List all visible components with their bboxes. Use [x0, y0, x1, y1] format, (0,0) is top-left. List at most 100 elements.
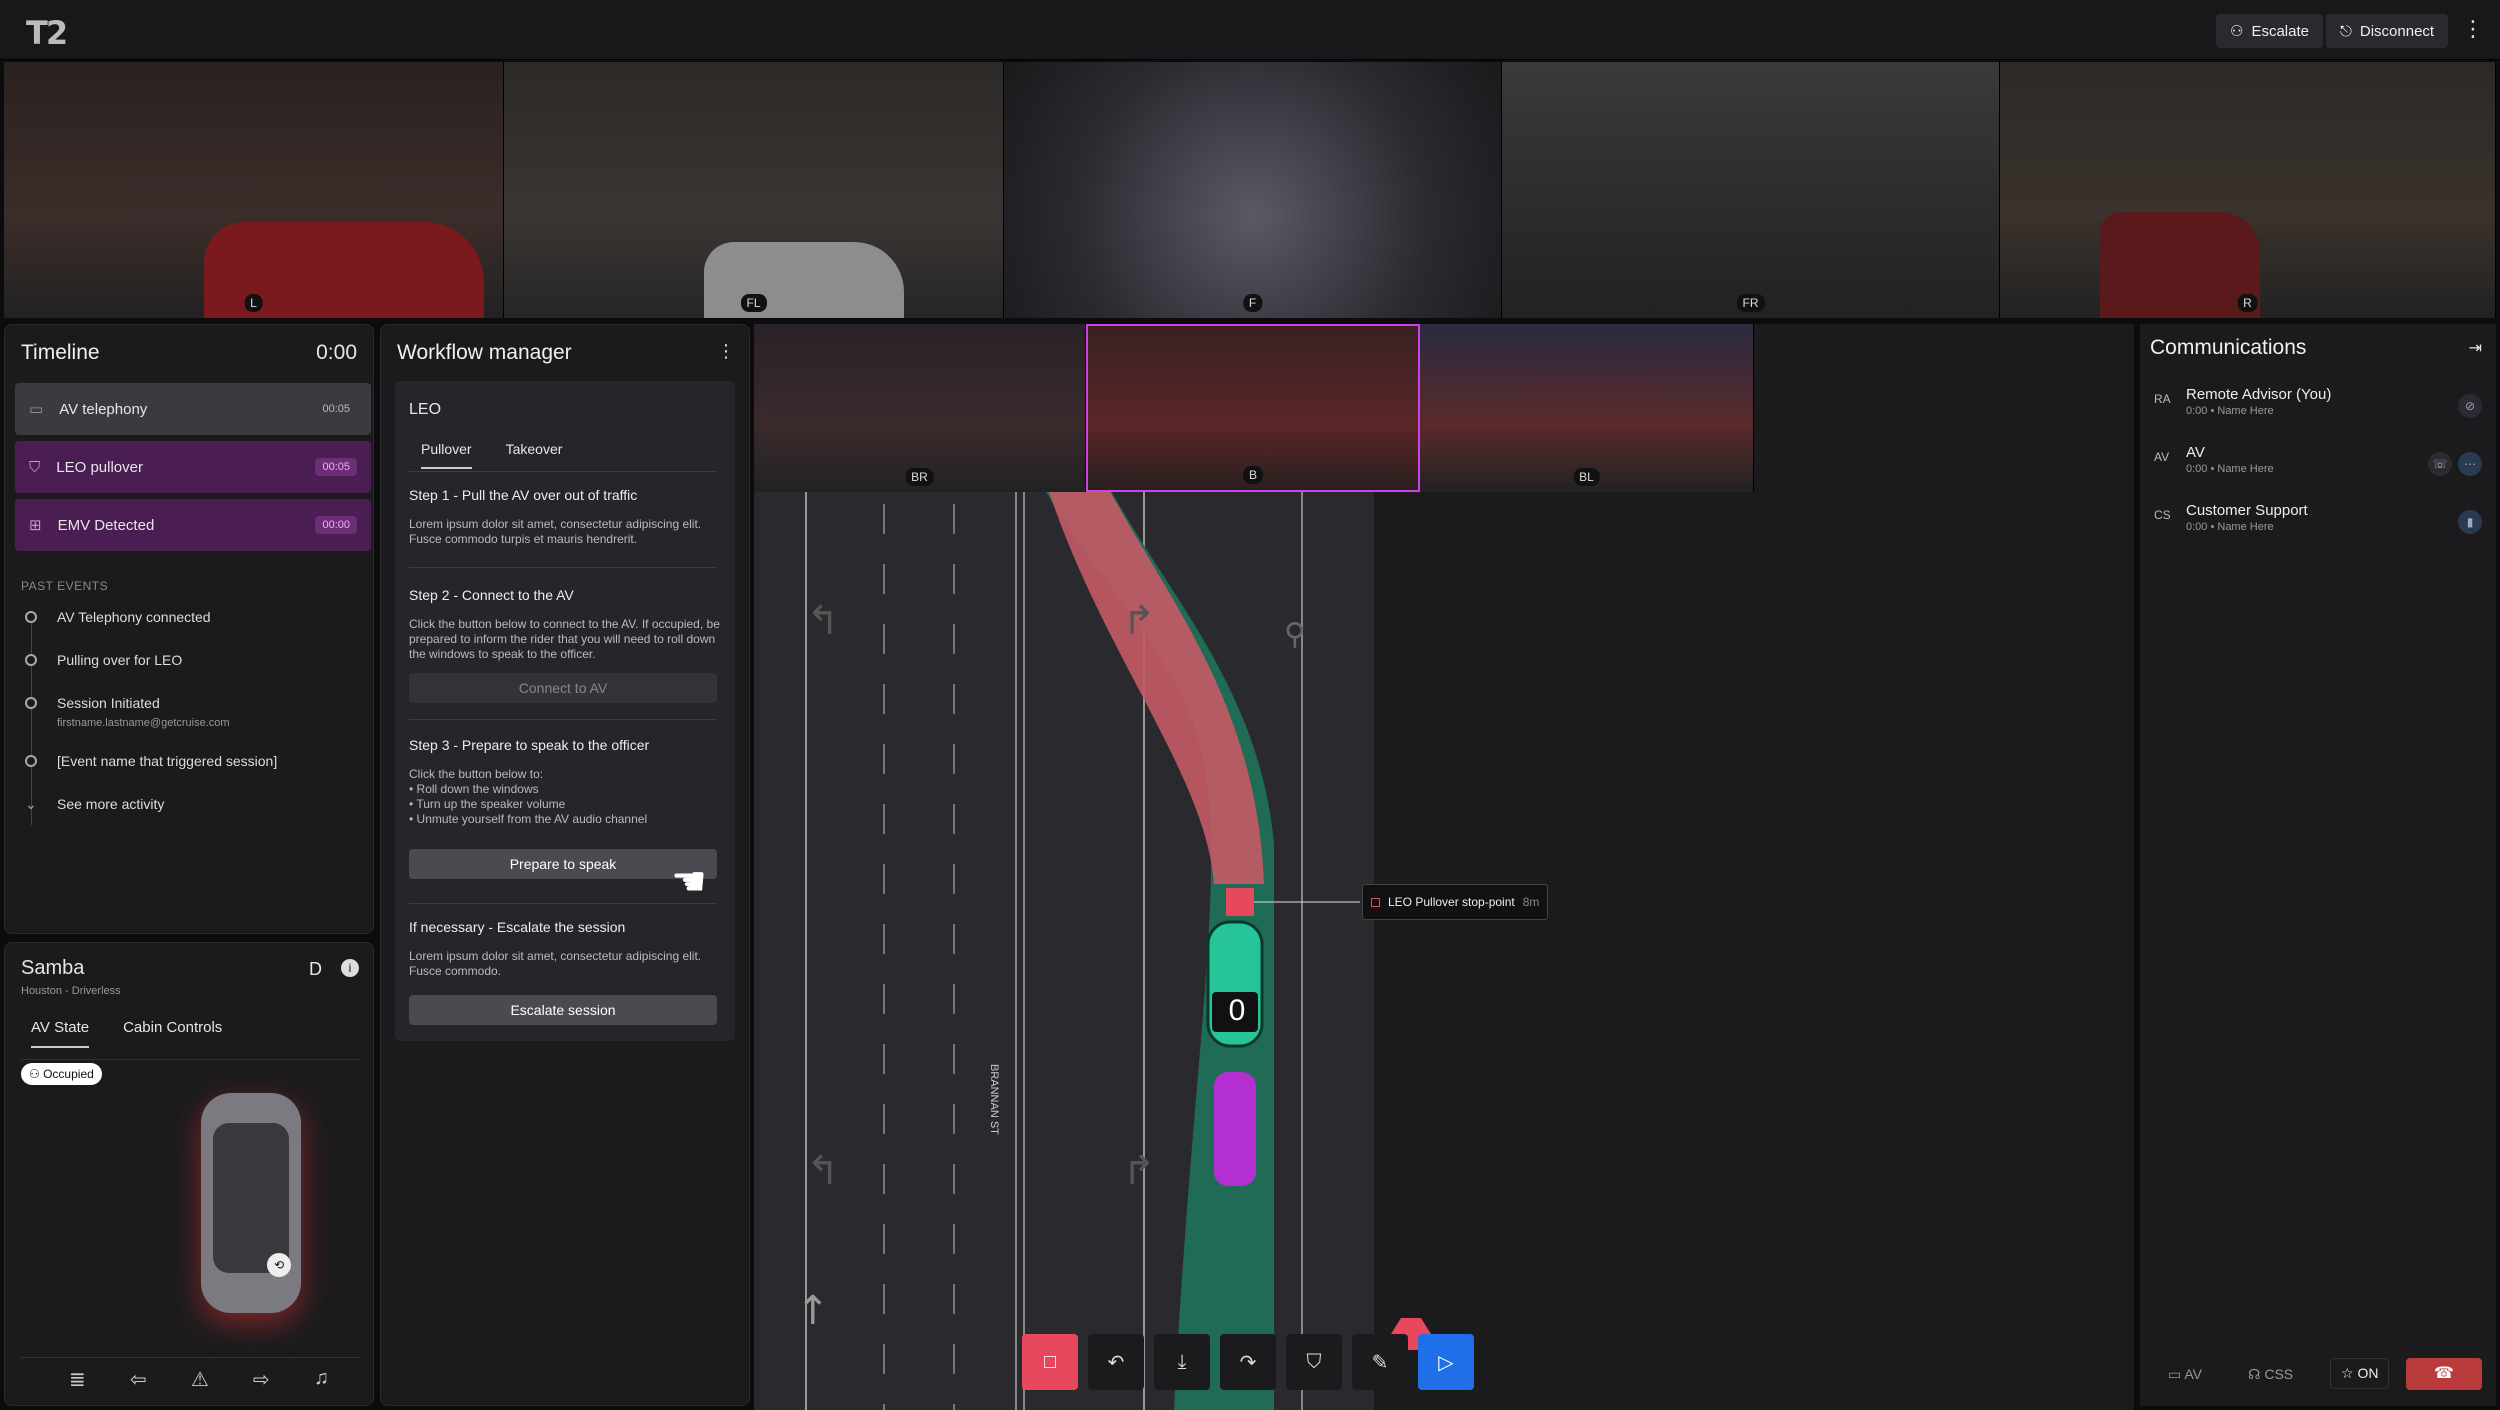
camera-back-left[interactable]: BL	[1420, 324, 1754, 492]
horn-icon[interactable]: ♫	[314, 1367, 329, 1392]
connect-to-av-button[interactable]: Connect to AV	[409, 673, 717, 703]
pencil-icon[interactable]: ✎	[1352, 1334, 1408, 1390]
timeline-clock: 0:00	[316, 341, 357, 364]
clock-icon	[25, 755, 37, 767]
see-more-link[interactable]: ⌄ See more activity	[25, 796, 164, 813]
av-channel-button[interactable]: ▭ AV	[2168, 1366, 2202, 1383]
emv-vehicle-icon[interactable]	[1214, 1072, 1256, 1186]
camera-back[interactable]: B	[1086, 324, 1420, 492]
workflow-tabs: Pullover Takeover	[421, 441, 562, 469]
map-view[interactable]: ↰ ↰ ↱ ↱ ⚲ ↑ BR B BL LEO Pullover stop-po…	[754, 324, 2134, 1410]
right-signal-icon[interactable]: ⇨	[253, 1367, 270, 1392]
download-icon[interactable]: ⤓	[1154, 1334, 1210, 1390]
camera-front-left[interactable]: FL	[504, 62, 1004, 318]
communications-panel: Communications ⇥ RA Remote Advisor (You) 0…	[2140, 324, 2496, 1406]
hand-cursor-icon: ☚	[671, 860, 707, 904]
stop-point-label: LEO Pullover stop-point 8m	[1362, 884, 1549, 920]
timeline-active-item[interactable]: ⛉ LEO pullover 00:05	[15, 441, 371, 493]
stop-square-icon	[1371, 897, 1380, 907]
css-channel-button[interactable]: ☊ CSS	[2248, 1366, 2293, 1383]
mute-mic-icon[interactable]: ⊘	[2458, 394, 2482, 418]
divider	[409, 719, 717, 720]
camera-right[interactable]: R	[2000, 62, 2496, 318]
vehicle-render: ⟲	[201, 1093, 301, 1313]
stop-point-marker[interactable]	[1226, 888, 1254, 916]
play-icon[interactable]: ▷	[1418, 1334, 1474, 1390]
contact-remote-advisor[interactable]: RA Remote Advisor (You) 0:00 • Name Here	[2154, 386, 2331, 417]
car-icon: ▭	[2168, 1366, 2185, 1382]
workflow-title: Workflow manager	[397, 341, 572, 364]
workflow-step-4: If necessary - Escalate the session Lore…	[409, 919, 702, 978]
car-icon: ▭	[29, 401, 44, 418]
timeline-panel: Timeline 0:00 ▭ AV telephony 00:05 ⛉ LEO…	[4, 324, 374, 934]
street-label: BRANNAN ST	[988, 1064, 1000, 1135]
past-event: Session Initiated firstname.lastname@getc…	[25, 695, 230, 729]
workflow-step-2: Step 2 - Connect to the AV Click the but…	[409, 587, 720, 661]
bike-lane-icon: ⚲	[1284, 617, 1306, 652]
tab-av-state[interactable]: AV State	[31, 1019, 90, 1048]
undo-icon[interactable]: ↶	[1088, 1334, 1144, 1390]
left-turn-arrow-icon: ↰	[806, 598, 840, 644]
workflow-panel: Workflow manager ⋮ LEO Pullover Takeover…	[380, 324, 750, 1406]
timeline-active-item[interactable]: ⊞ EMV Detected 00:00	[15, 499, 371, 551]
hang-up-icon[interactable]: ☎	[2406, 1358, 2482, 1390]
collapse-icon[interactable]: ⇥	[2469, 338, 2482, 358]
hazard-icon[interactable]: ⚠	[191, 1367, 209, 1392]
straight-right-arrow-icon: ↱	[1122, 598, 1156, 644]
headlights-icon[interactable]: ≣	[69, 1367, 86, 1392]
vehicle-tabs: AV State Cabin Controls	[31, 1019, 222, 1048]
people-icon: ⚇	[29, 1067, 44, 1081]
stop-icon[interactable]: □	[1022, 1334, 1078, 1390]
camera-back-right[interactable]: BR	[754, 324, 1086, 492]
more-menu-icon[interactable]: ⋮	[717, 341, 735, 362]
headset-icon: ☊	[2248, 1366, 2265, 1382]
timeline-title: Timeline	[21, 341, 100, 364]
disconnect-button[interactable]: ⎋ Disconnect	[2326, 14, 2449, 48]
parked-car	[2100, 212, 2260, 318]
phone-icon[interactable]: ☏	[2428, 452, 2452, 476]
on-toggle[interactable]: ☆ ON	[2330, 1358, 2390, 1389]
tab-cabin-controls[interactable]: Cabin Controls	[123, 1019, 222, 1048]
escalate-button[interactable]: ⚇ Escalate	[2216, 14, 2323, 48]
past-events-heading: PAST EVENTS	[21, 579, 109, 593]
app-logo: T2	[26, 14, 68, 52]
door-open-icon[interactable]: ⟲	[267, 1253, 291, 1277]
tab-takeover[interactable]: Takeover	[506, 441, 563, 469]
chevron-down-icon: ⌄	[25, 796, 37, 812]
vehicle-panel: Samba Houston - Driverless D i AV State …	[4, 942, 374, 1406]
contact-av[interactable]: AV AV 0:00 • Name Here	[2154, 444, 2274, 475]
left-turn-arrow-icon: ↰	[806, 1148, 840, 1194]
straight-right-arrow-icon: ↱	[1122, 1148, 1156, 1194]
event-dot-icon	[25, 654, 37, 666]
past-event: Pulling over for LEO	[25, 652, 182, 668]
shield-icon[interactable]: ⛉	[1286, 1334, 1342, 1390]
event-dot-icon	[25, 611, 37, 623]
av-speed: 0	[1228, 994, 1246, 1027]
timeline-active-item[interactable]: ▭ AV telephony 00:05	[15, 383, 371, 435]
info-icon[interactable]: i	[341, 959, 359, 977]
contact-customer-support[interactable]: CS Customer Support 0:00 • Name Here	[2154, 502, 2308, 533]
more-menu-icon[interactable]: ⋮	[2462, 16, 2484, 42]
camera-left[interactable]: L	[4, 62, 504, 318]
workflow-step-3: Step 3 - Prepare to speak to the officer…	[409, 737, 650, 826]
camera-front[interactable]: F	[1004, 62, 1502, 318]
vehicle-location: Houston - Driverless	[21, 985, 121, 997]
more-icon[interactable]: ⋯	[2458, 452, 2482, 476]
star-icon: ☆	[2341, 1365, 2358, 1381]
audio-level-icon[interactable]: ▮	[2458, 510, 2482, 534]
escalate-session-button[interactable]: Escalate session	[409, 995, 717, 1025]
camera-front-right[interactable]: FR	[1502, 62, 2000, 318]
emergency-icon: ⊞	[29, 517, 42, 534]
top-bar: T2 ⚇ Escalate ⎋ Disconnect ⋮	[0, 0, 2500, 60]
event-dot-icon	[25, 697, 37, 709]
user-escalate-icon: ⚇	[2230, 23, 2244, 40]
redo-icon[interactable]: ↷	[1220, 1334, 1276, 1390]
tab-pullover[interactable]: Pullover	[421, 441, 472, 469]
past-event: AV Telephony connected	[25, 609, 211, 625]
divider	[409, 471, 717, 472]
communications-title: Communications	[2150, 336, 2307, 359]
workflow-card: LEO Pullover Takeover Step 1 - Pull the …	[395, 381, 735, 1041]
straight-arrow-icon: ↑	[796, 1288, 830, 1334]
left-signal-icon[interactable]: ⇦	[130, 1367, 147, 1392]
white-car	[704, 242, 904, 318]
